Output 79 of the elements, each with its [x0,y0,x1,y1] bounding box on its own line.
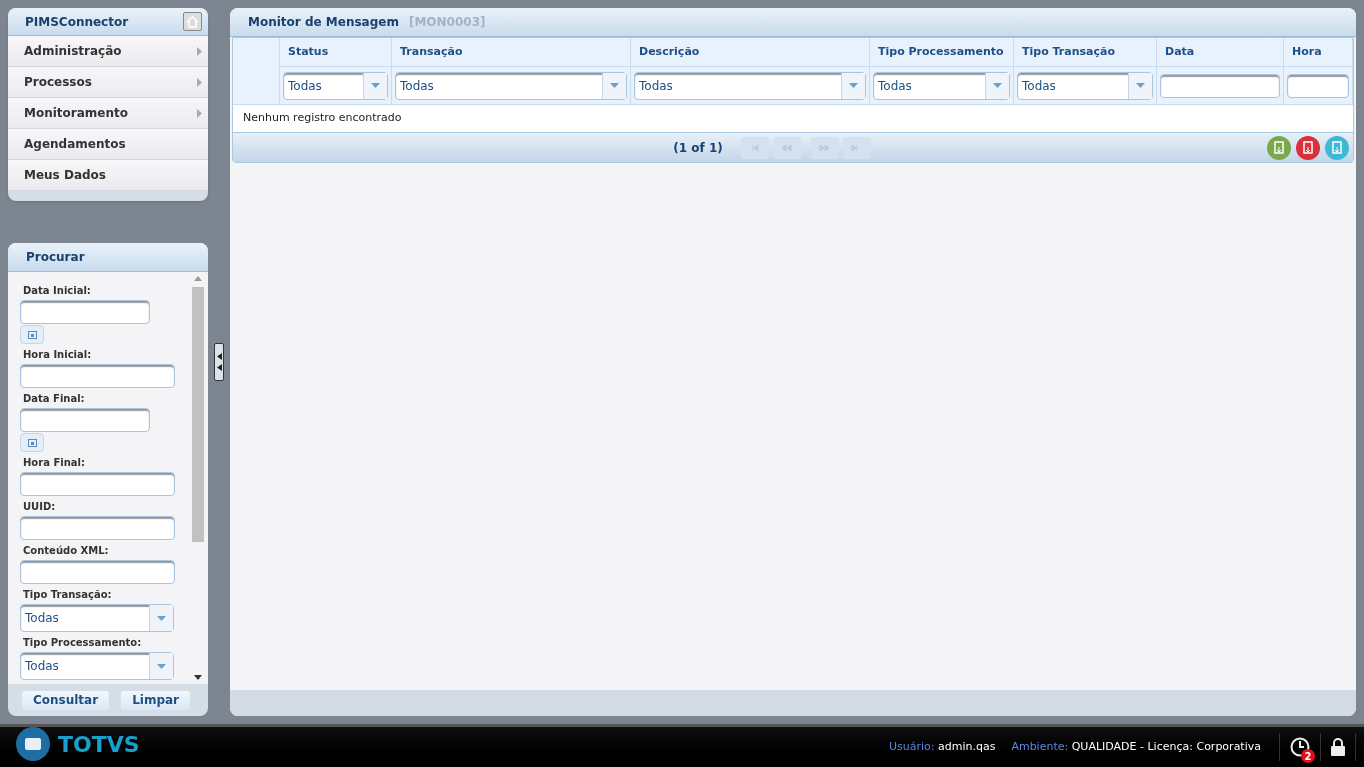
field-label: Data Final: [22,392,86,406]
export-button[interactable] [1325,135,1349,160]
input-field[interactable] [20,472,175,496]
input-field[interactable] [20,408,150,432]
calendar-button[interactable] [20,325,44,344]
logo-icon [16,727,50,761]
caret-icon [849,83,858,88]
caret-icon [610,83,619,88]
scroll-up-icon[interactable] [194,276,202,281]
column-header[interactable]: Status [280,38,392,67]
panel-title: Procurar [26,249,85,266]
caret-icon [157,615,166,621]
page-title: Monitor de Mensagem [248,14,399,31]
submenu-arrow-icon [197,108,202,118]
page-code: [MON0003] [408,14,486,31]
column-header[interactable]: Transação [392,38,631,67]
environment-info: Ambiente: QUALIDADE - Licença: Corporativa [1011,738,1261,755]
submenu-arrow-icon [197,77,202,87]
field-label: Data Inicial: [22,284,92,298]
file-download-icon [1332,141,1342,154]
input-field[interactable] [20,560,175,584]
history-button[interactable]: 2 [1280,731,1320,763]
lock-icon [1330,737,1346,757]
caret-icon [1136,83,1145,88]
home-button[interactable] [183,12,202,31]
submenu-arrow-icon [197,46,202,56]
collapse-handle[interactable] [214,343,224,381]
dropdown[interactable]: Todas [873,71,1010,100]
field-label: Tipo Processamento: [22,636,143,650]
logo-text: TOTVS [58,730,140,759]
menu-item[interactable]: Monitoramento [8,98,208,129]
dropdown[interactable]: Todas [634,71,866,100]
field-label: Conteúdo XML: [22,544,110,558]
home-icon [186,15,199,28]
page-indicator: (1 of 1) [673,139,723,157]
menu-item[interactable]: Meus Dados [8,160,208,191]
dropdown[interactable]: Todas [283,71,388,100]
action-button[interactable]: Limpar [121,690,190,710]
export-button[interactable] [1267,135,1291,160]
menu-item[interactable]: Administração [8,36,208,67]
dropdown[interactable]: Todas [395,71,627,100]
file-download-icon [1274,141,1284,154]
field-label: Tipo Transação: [22,588,113,602]
pager-arrow-icon [749,142,761,153]
caret-icon [371,83,380,88]
input-field[interactable] [1160,73,1280,98]
input-field[interactable] [1287,73,1349,98]
collapse-arrows-icon [216,353,222,371]
calendar-icon [27,438,37,447]
input-field[interactable] [20,364,175,388]
notification-badge: 2 [1301,749,1315,763]
pager-arrow-icon [781,142,793,153]
calendar-icon [27,330,37,339]
user-info: Usuário: admin.qas [888,738,996,755]
empty-message: Nenhum registro encontrado [243,110,402,127]
pager-arrow-icon [819,142,831,153]
column-header[interactable]: Hora [1284,38,1353,67]
field-label: Hora Final: [22,456,86,470]
calendar-button[interactable] [20,433,44,452]
menu-item[interactable]: Processos [8,67,208,98]
column-header[interactable]: Data [1157,38,1284,67]
action-button[interactable]: Consultar [21,690,110,710]
column-header[interactable]: Tipo Processamento [870,38,1014,67]
dropdown[interactable]: Todas [1017,71,1153,100]
field-label: UUID: [22,500,57,514]
field-label: Hora Inicial: [22,348,93,362]
column-header[interactable]: Tipo Transação [1014,38,1157,67]
scroll-down-icon[interactable] [194,675,202,680]
input-field[interactable] [20,516,175,540]
menu-item[interactable]: Agendamentos [8,129,208,160]
export-button[interactable] [1296,135,1320,160]
caret-icon [993,83,1002,88]
file-download-icon [1303,141,1313,154]
caret-icon [157,663,166,669]
app-title: PIMSConnector [25,13,129,31]
dropdown[interactable]: Todas [20,604,174,632]
dropdown[interactable]: Todas [20,652,174,680]
input-field[interactable] [20,300,150,324]
column-header[interactable]: Descrição [631,38,870,67]
